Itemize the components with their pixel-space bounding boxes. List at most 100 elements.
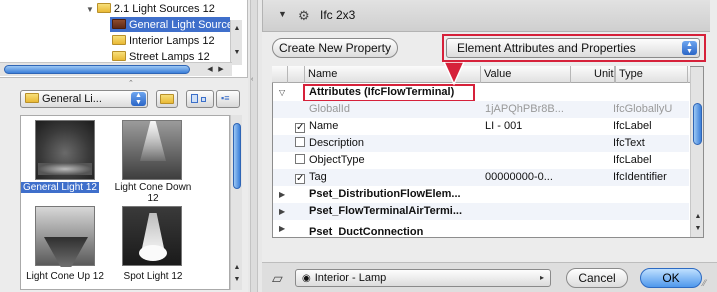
- thumb-label: Spot Light 12: [123, 271, 183, 282]
- row-value[interactable]: LI - 001: [485, 118, 571, 135]
- cone-icon: [140, 121, 166, 161]
- column-header-value[interactable]: Value: [481, 66, 571, 83]
- layers-icon: ▱: [272, 270, 283, 286]
- table-vertical-scrollbar[interactable]: ▲ ▼: [690, 67, 703, 237]
- scroll-down-icon[interactable]: ▼: [232, 275, 242, 285]
- row-type: IfcGloballyU: [613, 103, 673, 115]
- scroll-up-icon[interactable]: ▲: [693, 212, 703, 222]
- light-cone-up-thumbnail[interactable]: [35, 206, 95, 267]
- scroll-left-icon[interactable]: ◀: [205, 65, 215, 75]
- table-row[interactable]: Description IfcText: [273, 135, 689, 152]
- general-light-thumbnail[interactable]: [35, 120, 95, 180]
- column-header-disclosure: [272, 66, 288, 83]
- scroll-thumb[interactable]: [693, 103, 702, 145]
- disclosure-open-icon[interactable]: ▼: [278, 9, 287, 19]
- unchecked-checkbox[interactable]: [295, 137, 305, 147]
- resize-grip-icon[interactable]: ⁄⁄: [703, 278, 706, 288]
- table-row[interactable]: GlobalId 1jAPQhPBr8B... IfcGloballyU: [273, 101, 689, 118]
- row-value: 1jAPQhPBr8B...: [485, 103, 564, 115]
- scroll-down-icon[interactable]: ▼: [693, 224, 703, 234]
- tree-item-label: 2.1 Light Sources 12: [113, 3, 215, 15]
- disclosure-open-icon[interactable]: ▽: [279, 84, 285, 101]
- thumb-label: Light Cone Up 12: [26, 271, 104, 282]
- row-value[interactable]: [485, 135, 571, 152]
- scroll-down-icon[interactable]: ▼: [232, 48, 242, 58]
- view-mode-large-button[interactable]: [186, 90, 214, 108]
- thumb-label: General Light 12: [21, 182, 99, 193]
- column-header-type[interactable]: Type: [616, 66, 688, 83]
- folder-icon: [25, 93, 39, 103]
- callout-arrow-icon: [443, 62, 465, 86]
- row-value[interactable]: 00000000-0...: [485, 169, 571, 186]
- library-folder-select[interactable]: General Li... ▲ ▼: [20, 90, 148, 108]
- ifc-properties-icon: ⚙: [298, 8, 310, 23]
- library-vertical-scrollbar[interactable]: ▲ ▼: [230, 115, 242, 290]
- folder-icon: [112, 19, 126, 29]
- tree-item-label: Interior Lamps 12: [129, 35, 215, 47]
- property-set-name: Pset_DuctConnection: [309, 226, 424, 236]
- tree-horizontal-scrollbar[interactable]: ◀ ▶: [0, 62, 232, 76]
- tree-item-interior-lamps[interactable]: Interior Lamps 12: [112, 34, 215, 48]
- row-type: IfcIdentifier: [613, 171, 667, 183]
- row-name: Description: [309, 137, 365, 149]
- panel-splitter[interactable]: ‹: [250, 0, 258, 292]
- property-set-name: Pset_DistributionFlowElem...: [309, 188, 461, 200]
- property-set-row[interactable]: ▶ Pset_DuctConnection: [273, 220, 689, 236]
- cone-icon: [44, 237, 88, 267]
- view-mode-list-button[interactable]: ▪≡: [216, 90, 240, 108]
- property-set-row[interactable]: ▶ Pset_DistributionFlowElem...: [273, 186, 689, 203]
- layer-select[interactable]: ◉ Interior - Lamp ▸: [295, 269, 551, 287]
- row-name: ObjectType: [309, 154, 365, 166]
- ok-button[interactable]: OK: [640, 268, 702, 288]
- small-icons-icon: [201, 97, 206, 102]
- table-row[interactable]: ✓ Tag 00000000-0... IfcIdentifier: [273, 169, 689, 186]
- table-header: Name Value Unit Type: [272, 66, 690, 83]
- folder-up-icon: [160, 94, 174, 104]
- table-row[interactable]: ObjectType IfcLabel: [273, 152, 689, 169]
- tree-item-general-light-sources[interactable]: General Light Sources: [112, 18, 238, 32]
- light-cone-down-thumbnail[interactable]: [122, 120, 182, 180]
- chevron-right-icon: ▸: [539, 273, 544, 282]
- property-set-name: Pset_FlowTerminalAirTermi...: [309, 205, 463, 217]
- checked-checkbox[interactable]: ✓: [295, 174, 305, 184]
- scroll-up-icon[interactable]: ▲: [232, 24, 242, 34]
- library-object-grid: General Light 12 Light Cone Down 12 Ligh…: [20, 115, 230, 290]
- cancel-button[interactable]: Cancel: [566, 268, 628, 288]
- disclosure-closed-icon[interactable]: ▶: [279, 186, 285, 203]
- tree-item-light-sources[interactable]: ▼ 2.1 Light Sources 12: [86, 2, 215, 16]
- folder-icon: [96, 3, 111, 13]
- disclosure-closed-icon[interactable]: ▶: [279, 203, 285, 220]
- thumb-label: Light Cone Down 12: [114, 182, 192, 204]
- checked-checkbox[interactable]: ✓: [295, 123, 305, 133]
- row-type: IfcText: [613, 137, 645, 149]
- folder-icon: [112, 35, 126, 45]
- scroll-thumb[interactable]: [4, 65, 190, 74]
- scroll-thumb[interactable]: [233, 123, 241, 189]
- unchecked-checkbox[interactable]: [295, 154, 305, 164]
- folder-icon: [112, 51, 126, 61]
- tree-item-label: General Light Sources: [129, 19, 239, 31]
- create-new-property-button[interactable]: Create New Property: [272, 38, 398, 58]
- disclosure-open-icon[interactable]: ▼: [86, 3, 94, 17]
- resize-handle-icon[interactable]: ⌃: [128, 79, 134, 87]
- spot-light-thumbnail[interactable]: [122, 206, 182, 266]
- splitter-grip-icon[interactable]: ‹: [251, 76, 253, 83]
- scroll-up-icon[interactable]: ▲: [232, 263, 242, 273]
- scroll-right-icon[interactable]: ▶: [216, 65, 226, 75]
- row-name: Tag: [309, 171, 327, 183]
- folder-up-button[interactable]: [156, 90, 178, 108]
- eye-icon: ◉: [302, 273, 311, 284]
- callout-highlight-box: [442, 34, 706, 62]
- property-set-row[interactable]: ▶ Pset_FlowTerminalAirTermi...: [273, 203, 689, 220]
- list-view-icon: ▪≡: [221, 93, 230, 103]
- section-title: Ifc 2x3: [320, 8, 356, 22]
- row-type: IfcLabel: [613, 154, 652, 166]
- row-value[interactable]: [485, 152, 571, 169]
- layer-label: Interior - Lamp: [314, 272, 387, 284]
- tree-vertical-scrollbar[interactable]: ▲ ▼: [230, 20, 242, 65]
- library-folder-label: General Li...: [42, 93, 102, 105]
- row-name: Name: [309, 120, 339, 132]
- column-header-unit[interactable]: Unit: [594, 66, 616, 83]
- table-row[interactable]: ✓ Name LI - 001 IfcLabel: [273, 118, 689, 135]
- disclosure-closed-icon[interactable]: ▶: [279, 220, 285, 236]
